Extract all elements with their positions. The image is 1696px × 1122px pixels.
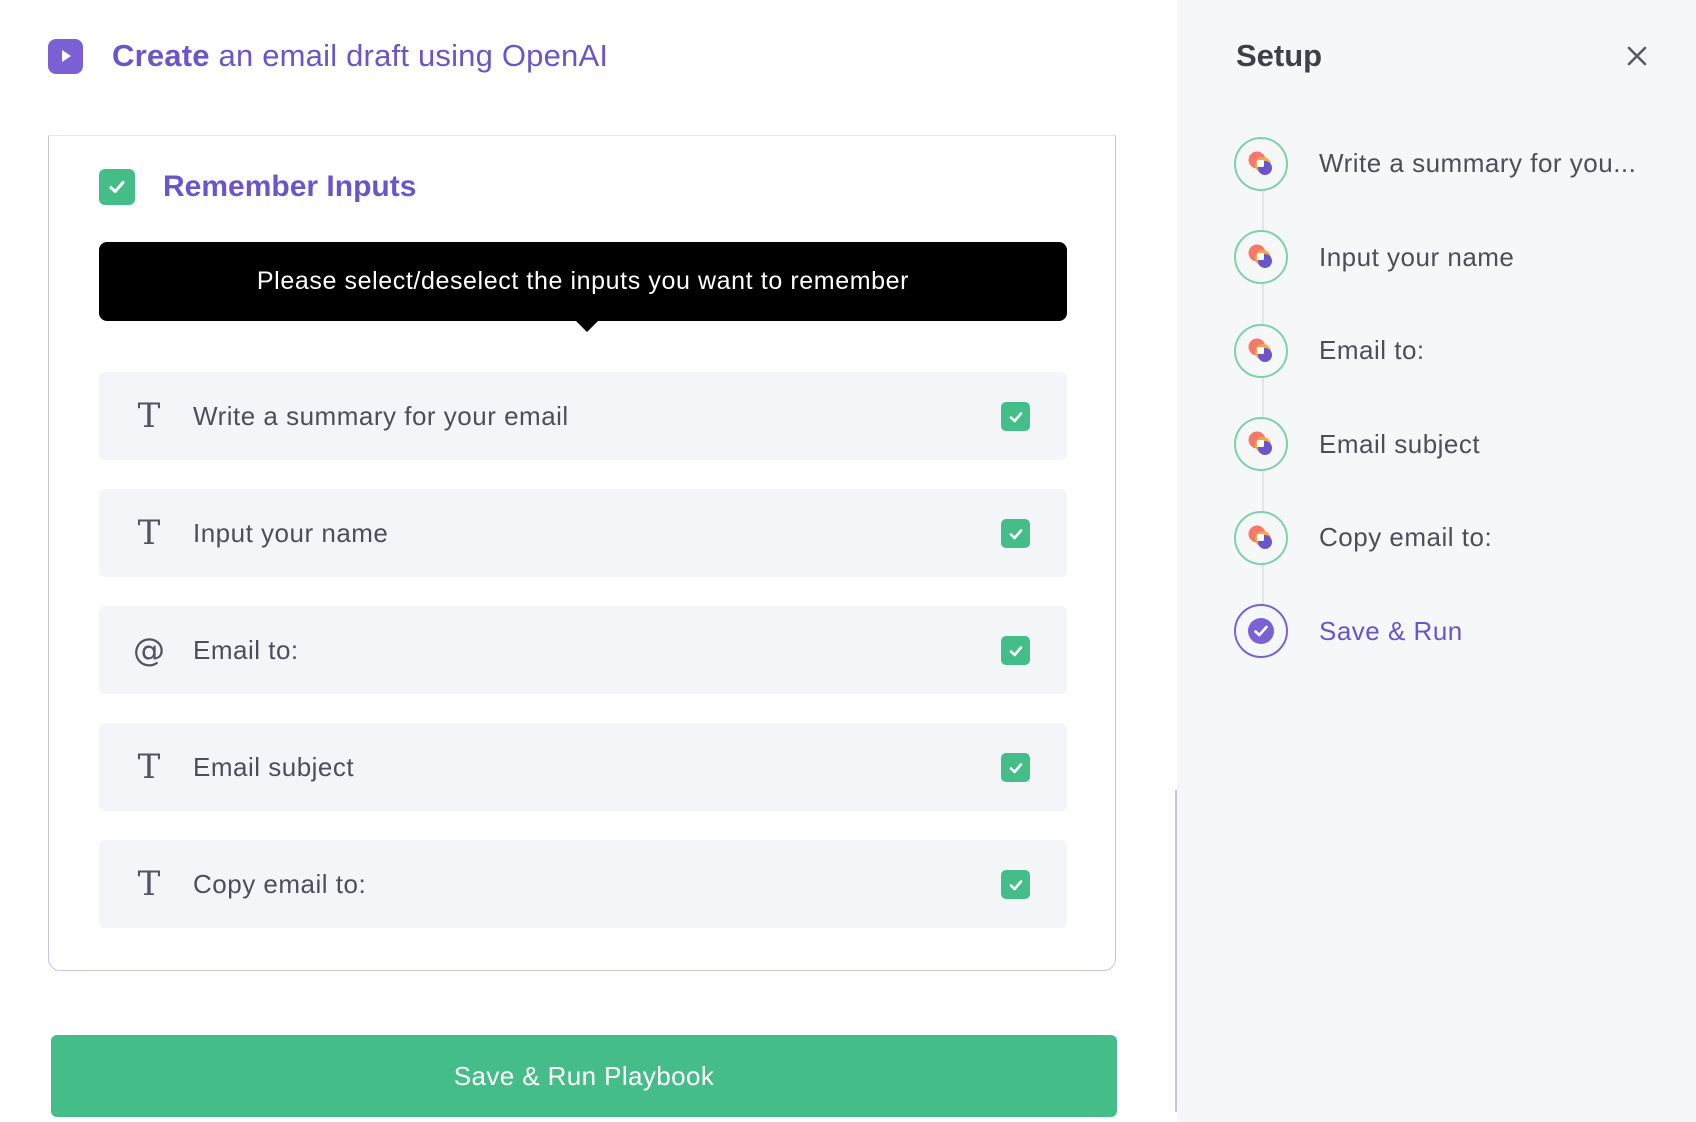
input-row-label: Input your name [193,517,389,548]
input-row-checkbox[interactable] [1001,753,1030,782]
app-logo-icon [1248,525,1272,549]
page-title-action: Create [112,38,210,73]
step-label: Copy email to: [1319,522,1493,553]
check-circle-icon [1248,618,1274,645]
app-logo-icon [1248,431,1272,456]
input-row-name[interactable]: T Input your name [99,489,1067,577]
input-row-label: Email subject [193,751,355,782]
text-type-icon: T [137,864,161,904]
page-title-rest: an email draft using OpenAI [209,38,609,73]
page-title: Create an email draft using OpenAI [112,38,608,74]
app-logo-icon [1248,151,1272,175]
input-row-label: Email to: [193,634,299,665]
input-row-checkbox[interactable] [1001,402,1030,431]
remember-inputs-label: Remember Inputs [163,170,417,203]
step-label: Write a summary for you... [1319,148,1637,178]
sidebar-title: Setup [1236,38,1323,73]
input-row-label: Copy email to: [193,868,367,899]
step-indicator [1234,604,1288,659]
close-icon[interactable] [1625,44,1649,68]
step-save-and-run[interactable]: Save & Run [1234,603,1636,660]
save-and-run-button[interactable]: Save & Run Playbook [51,1035,1117,1117]
step-label: Email to: [1319,335,1425,366]
setup-steps: Write a summary for you... Input your na… [1234,135,1636,697]
play-icon [48,38,83,74]
step-input-name[interactable]: Input your name [1234,229,1636,286]
remember-tooltip: Please select/deselect the inputs you wa… [99,242,1067,321]
step-email-subject[interactable]: Email subject [1234,416,1636,473]
tooltip-arrow [575,320,599,332]
page-header: Create an email draft using OpenAI [48,38,608,74]
checkmark-icon [109,181,125,193]
step-label: Email subject [1319,428,1481,459]
tooltip-text: Please select/deselect the inputs you wa… [256,267,910,295]
step-indicator [1234,417,1288,472]
step-label: Input your name [1319,241,1515,272]
remember-inputs-card: Remember Inputs Please select/deselect t… [48,135,1116,971]
app-logo-icon [1248,244,1272,269]
checkmark-icon [1009,762,1022,773]
checkmark-icon [1009,879,1022,890]
remember-inputs-checkbox[interactable] [99,169,135,205]
step-label: Save & Run [1319,615,1463,646]
input-row-checkbox[interactable] [1001,870,1030,899]
remember-inputs-toggle[interactable]: Remember Inputs [99,169,416,205]
input-row-copy-to[interactable]: T Copy email to: [99,840,1067,928]
text-type-icon: T [137,513,161,553]
input-list: T Write a summary for your email T Input… [99,372,1067,957]
step-indicator [1234,136,1288,191]
checkmark-icon [1009,528,1022,539]
step-indicator [1234,323,1288,378]
app-logo-icon [1248,338,1272,362]
checkmark-icon [1009,645,1022,656]
setup-sidebar: Setup Write a summary for you... Input y… [1177,0,1696,1122]
input-row-subject[interactable]: T Email subject [99,723,1067,811]
input-row-summary[interactable]: T Write a summary for your email [99,372,1067,460]
step-indicator [1234,510,1288,565]
input-row-label: Write a summary for your email [193,400,569,431]
step-copy-email-to[interactable]: Copy email to: [1234,509,1636,566]
input-row-checkbox[interactable] [1001,636,1030,665]
step-write-summary[interactable]: Write a summary for you... [1234,135,1636,192]
text-type-icon: T [137,747,161,787]
input-row-email-to[interactable]: @ Email to: [99,606,1067,694]
step-indicator [1234,230,1288,285]
checkmark-icon [1009,411,1022,422]
input-row-checkbox[interactable] [1001,519,1030,548]
email-type-icon: @ [133,631,165,669]
text-type-icon: T [137,396,161,436]
step-email-to[interactable]: Email to: [1234,322,1636,379]
main-panel: Create an email draft using OpenAI Remem… [0,0,1176,1122]
